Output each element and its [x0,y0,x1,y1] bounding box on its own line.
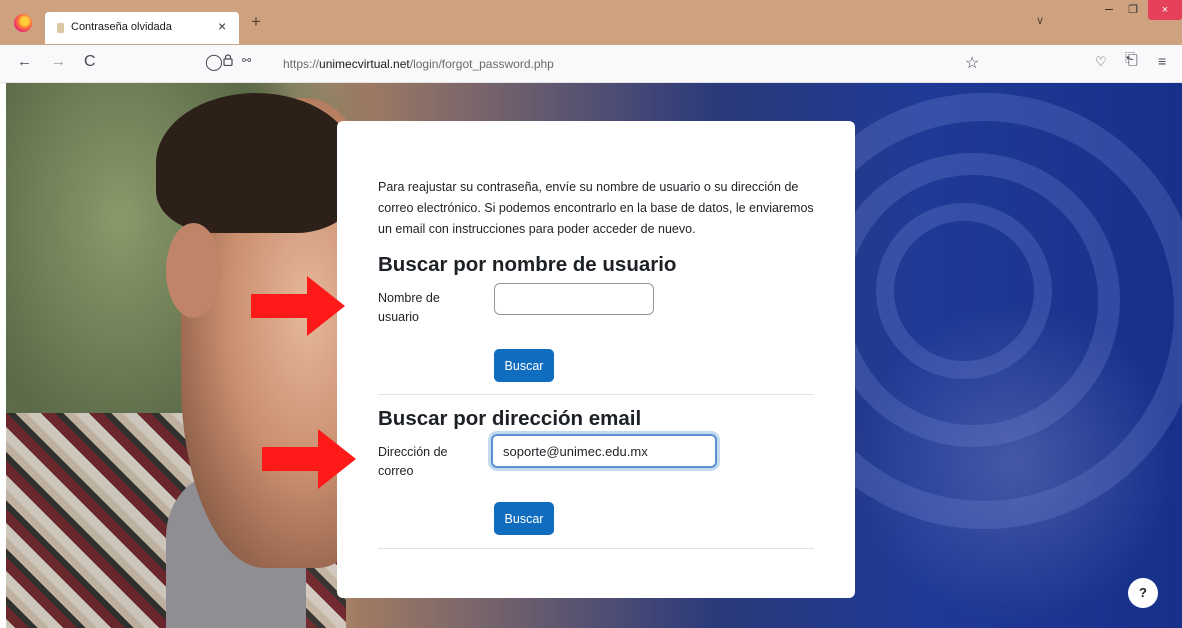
email-input[interactable] [491,434,717,468]
username-section-title: Buscar por nombre de usuario [378,253,677,276]
back-button[interactable]: ← [17,54,32,70]
email-section-title: Buscar por dirección email [378,407,642,430]
username-label: Nombre de usuario [378,291,440,324]
window-maximize-button[interactable]: ❐ [1122,2,1144,20]
background-glow [856,303,1176,623]
browser-tab[interactable]: Contraseña olvidada × [45,12,239,44]
section-divider [378,394,814,395]
firefox-logo-icon[interactable] [14,14,32,32]
bookmark-star-icon[interactable]: ☆ [965,53,979,73]
username-search-button[interactable]: Buscar [494,349,554,382]
page-background: Para reajustar su contraseña, envíe su n… [6,83,1182,628]
red-arrow-annotation [251,276,345,336]
tab-close-button[interactable]: × [218,19,226,33]
permissions-icon[interactable]: ⚯ [242,54,251,67]
background-hair [156,93,356,233]
url-bar[interactable]: ◯ ⚯ https://unimecvirtual.net/login/forg… [205,53,995,75]
username-input[interactable] [494,283,654,315]
help-button[interactable]: ? [1128,578,1158,608]
list-all-tabs-button[interactable]: ∨ [1036,14,1044,27]
section-divider [378,548,814,549]
window-minimize-button[interactable]: – [1098,1,1120,20]
pocket-icon[interactable]: ♡ [1095,54,1107,70]
red-arrow-annotation [262,429,356,489]
forward-button[interactable]: → [51,54,66,70]
new-tab-button[interactable]: + [251,13,261,30]
lock-icon[interactable] [223,54,233,66]
shield-icon[interactable]: ◯ [205,52,223,72]
forgot-password-card: Para reajustar su contraseña, envíe su n… [337,121,855,598]
menu-icon[interactable]: ≡ [1158,53,1166,69]
extensions-icon[interactable]: ⎗ [1125,51,1138,69]
tab-title: Contraseña olvidada [71,21,172,33]
url-text[interactable]: https://unimecvirtual.net/login/forgot_p… [283,57,554,71]
reload-button[interactable]: C [84,54,96,70]
tab-favicon-icon [57,23,64,33]
email-label: Dirección de correo [378,445,448,478]
email-search-button[interactable]: Buscar [494,502,554,535]
window-close-button[interactable]: × [1148,0,1182,20]
background-ear [166,223,221,318]
browser-nav-bar: ← → C ◯ ⚯ https://unimecvirtual.net/logi… [0,45,1182,83]
instructions-text: Para reajustar su contraseña, envíe su n… [378,180,814,236]
browser-tab-bar: Contraseña olvidada × + ∨ – ❐ × [0,0,1182,45]
